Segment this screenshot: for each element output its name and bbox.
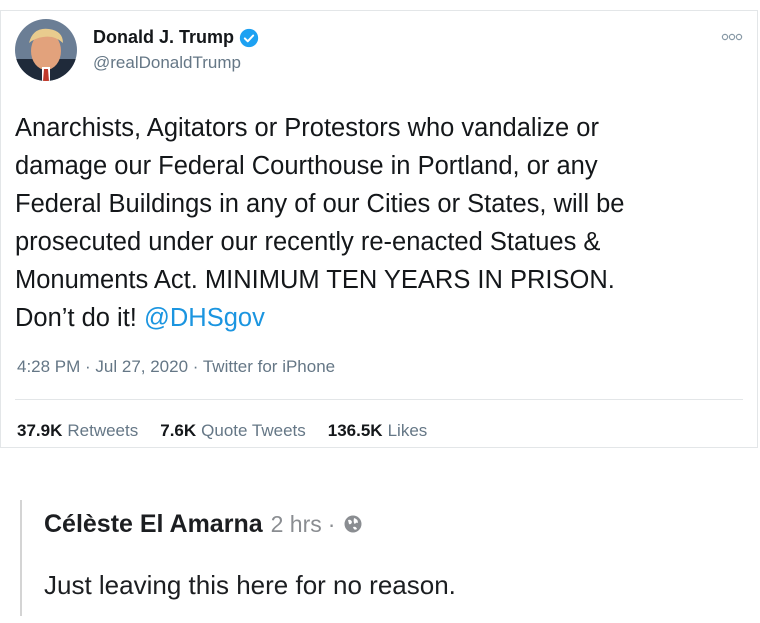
verified-badge-icon <box>239 28 259 47</box>
tweet-line: Don’t do it! <box>15 304 144 332</box>
more-options-icon[interactable] <box>721 33 743 41</box>
likes-count: 136.5K <box>327 421 383 440</box>
globe-icon <box>344 515 362 533</box>
tweet-stats: 37.9K Retweets 7.6K Quote Tweets 136.5K Lik… <box>17 421 427 441</box>
tweet-line: Federal Buildings in any of our Cities o… <box>15 190 625 218</box>
comment-author-name[interactable]: Célèste El Amarna <box>44 510 263 539</box>
comment-time[interactable]: 2 hrs <box>271 511 322 538</box>
retweets-stat[interactable]: 37.9K Retweets <box>17 421 138 441</box>
avatar[interactable] <box>15 19 77 81</box>
tweet-line: Anarchists, Agitators or Protestors who … <box>15 114 599 142</box>
comment-indent-rule <box>20 500 22 616</box>
likes-label: Likes <box>387 421 428 440</box>
tweet-timestamp[interactable]: 4:28 PM · Jul 27, 2020 · Twitter for iPh… <box>17 357 335 377</box>
quote-tweets-count: 7.6K <box>160 421 197 440</box>
quote-tweets-stat[interactable]: 7.6K Quote Tweets <box>160 421 306 441</box>
quote-tweets-label: Quote Tweets <box>201 421 306 440</box>
tweet-line: Monuments Act. MINIMUM TEN YEARS IN PRIS… <box>15 266 615 294</box>
tweet-card: Donald J. Trump @realDonaldTrump Anarchi… <box>0 10 758 448</box>
retweets-label: Retweets <box>67 421 139 440</box>
likes-stat[interactable]: 136.5K Likes <box>328 421 428 441</box>
comment-text: Just leaving this here for no reason. <box>44 570 456 600</box>
author-handle[interactable]: @realDonaldTrump <box>93 53 241 73</box>
tweet-last-line: Don’t do it! @DHSgov <box>15 299 745 337</box>
retweets-count: 37.9K <box>17 421 63 440</box>
divider <box>15 399 743 400</box>
mention-link[interactable]: @DHSgov <box>144 304 265 332</box>
comment-header: Célèste El Amarna 2 hrs · <box>44 510 363 539</box>
tweet-line: prosecuted under our recently re-enacted… <box>15 228 601 256</box>
tweet-line: damage our Federal Courthouse in Portlan… <box>15 152 598 180</box>
comment-separator: · <box>327 511 336 537</box>
tweet-text: Anarchists, Agitators or Protestors who … <box>15 109 745 337</box>
author-name[interactable]: Donald J. Trump <box>93 27 259 48</box>
author-name-text[interactable]: Donald J. Trump <box>93 27 234 48</box>
